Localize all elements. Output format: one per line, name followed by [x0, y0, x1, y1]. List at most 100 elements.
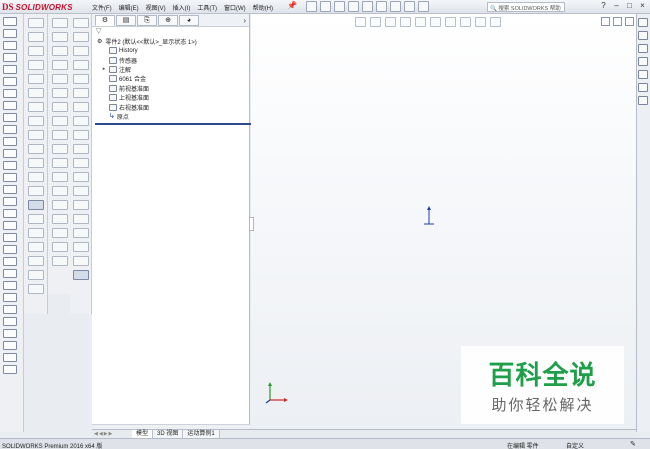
structural-member-icon[interactable]	[72, 32, 89, 42]
view-orientation-icon[interactable]	[415, 17, 426, 27]
sketched-bend-icon[interactable]	[51, 102, 68, 112]
cross-break-icon[interactable]	[51, 116, 68, 126]
menu-view[interactable]: 视图(V)	[146, 2, 166, 13]
polygon-icon[interactable]	[3, 269, 17, 278]
new-document-icon[interactable]	[306, 1, 317, 12]
pattern-icon[interactable]	[3, 113, 17, 122]
arc-icon[interactable]	[3, 221, 17, 230]
expand-arrow-icon[interactable]: ▸	[101, 66, 107, 72]
intersect-icon[interactable]	[27, 270, 44, 280]
fold-icon[interactable]	[51, 144, 68, 154]
chevron-right-icon[interactable]: ›	[243, 16, 246, 25]
viewport-close-icon[interactable]	[625, 17, 634, 26]
plane-sketch-icon[interactable]	[3, 293, 17, 302]
end-cap-icon[interactable]	[72, 60, 89, 70]
fillet-feature-icon[interactable]	[27, 172, 44, 182]
circle-icon[interactable]	[3, 209, 17, 218]
swept-boss-icon[interactable]	[27, 46, 44, 56]
rib-icon[interactable]	[27, 214, 44, 224]
forming-tool-icon[interactable]	[51, 242, 68, 252]
flatten-icon[interactable]	[51, 158, 68, 168]
display-style-icon[interactable]	[430, 17, 441, 27]
jog-icon[interactable]	[51, 88, 68, 98]
funnel-icon[interactable]: ▽	[92, 27, 249, 36]
convert-entities-icon[interactable]	[3, 329, 17, 338]
previous-view-icon[interactable]	[385, 17, 396, 27]
display-manager-tab[interactable]: ◕	[179, 14, 199, 26]
ellipse-icon[interactable]	[3, 245, 17, 254]
trim-extend-icon[interactable]	[72, 46, 89, 56]
rectangle-icon[interactable]	[3, 185, 17, 194]
tab-3d-views[interactable]: 3D 视图	[153, 430, 184, 438]
spline-icon[interactable]	[3, 233, 17, 242]
swept-cut-icon[interactable]	[27, 130, 44, 140]
edge-flange-icon[interactable]	[51, 46, 68, 56]
tree-root-part[interactable]: ⚙ 零件2 (默认<<默认>_显示状态 1>)	[97, 36, 249, 46]
line-icon[interactable]	[3, 173, 17, 182]
tab-navigation-arrows[interactable]: ◀◀▶▶	[92, 431, 132, 437]
fillet-icon[interactable]	[3, 89, 17, 98]
tab-model[interactable]: 模型	[132, 430, 154, 438]
lofted-cut-icon[interactable]	[27, 144, 44, 154]
close-icon[interactable]: ×	[637, 1, 648, 12]
menu-window[interactable]: 窗口(W)	[224, 2, 246, 13]
miter-flange-icon[interactable]	[51, 60, 68, 70]
zoom-to-fit-icon[interactable]	[355, 17, 366, 27]
revolve-icon[interactable]	[3, 53, 17, 62]
pin-icon[interactable]: 📌	[287, 1, 297, 10]
revolved-boss-icon[interactable]	[27, 32, 44, 42]
slot-icon[interactable]	[3, 197, 17, 206]
mirror-feature-icon[interactable]	[27, 284, 44, 294]
parting-line-analysis-icon[interactable]	[72, 214, 89, 224]
options-gear-icon[interactable]	[418, 1, 429, 12]
tree-item-history[interactable]: History	[101, 46, 249, 55]
mirror-entities-icon[interactable]	[3, 353, 17, 362]
undo-icon[interactable]	[362, 1, 373, 12]
select-icon[interactable]	[376, 1, 387, 12]
panel-splitter-handle[interactable]	[249, 217, 254, 231]
offset-icon[interactable]	[3, 341, 17, 350]
rebuild-icon[interactable]	[390, 1, 401, 12]
resources-icon[interactable]	[638, 31, 648, 40]
rollback-bar[interactable]	[95, 123, 252, 126]
home-icon[interactable]	[638, 18, 648, 27]
custom-properties-icon[interactable]	[638, 96, 648, 105]
section-view-icon[interactable]	[400, 17, 411, 27]
thickness-analysis-icon[interactable]	[72, 228, 89, 238]
hole-wizard-icon[interactable]	[27, 102, 44, 112]
lofted-boss-icon[interactable]	[27, 60, 44, 70]
unfold-icon[interactable]	[51, 130, 68, 140]
simple-hole-icon[interactable]	[51, 214, 68, 224]
unit-system[interactable]: 自定义	[566, 441, 584, 449]
draft-icon[interactable]	[27, 228, 44, 238]
revolved-cut-icon[interactable]	[27, 116, 44, 126]
appearances-icon[interactable]	[638, 83, 648, 92]
vent-icon[interactable]	[51, 228, 68, 238]
tree-item-sensors[interactable]: 传感器	[101, 55, 249, 65]
evaluate-icon[interactable]	[72, 102, 89, 112]
sheet-metal-icon[interactable]	[51, 18, 68, 28]
viewport-maximize-icon[interactable]	[613, 17, 622, 26]
help-icon[interactable]: ?	[598, 1, 609, 12]
menu-tools[interactable]: 工具(T)	[197, 2, 217, 13]
curvature-icon[interactable]	[72, 242, 89, 252]
weld-bead-icon[interactable]	[72, 88, 89, 98]
boundary-boss-icon[interactable]	[27, 74, 44, 84]
no-bends-icon[interactable]	[51, 172, 68, 182]
edit-appearance-icon[interactable]	[460, 17, 471, 27]
shell-icon[interactable]	[27, 242, 44, 252]
tree-item-front-plane[interactable]: 前视基准面	[101, 84, 249, 93]
minimize-icon[interactable]: –	[611, 1, 622, 12]
tree-item-top-plane[interactable]: 上视基准面	[101, 93, 249, 102]
apply-scene-icon[interactable]	[475, 17, 486, 27]
menu-insert[interactable]: 插入(I)	[173, 2, 191, 13]
menu-file[interactable]: 文件(F)	[92, 2, 112, 13]
tab-motion-study[interactable]: 运动算例1	[183, 430, 220, 438]
linear-pattern-feature-icon[interactable]	[27, 186, 44, 196]
sketch-icon[interactable]	[3, 29, 17, 38]
tree-item-material[interactable]: 6061 合金	[101, 74, 249, 83]
part-icon[interactable]	[3, 17, 17, 26]
hide-show-items-icon[interactable]	[445, 17, 456, 27]
tree-item-annotations[interactable]: ▸ 注解	[101, 65, 249, 74]
extrude-icon[interactable]	[3, 41, 17, 50]
